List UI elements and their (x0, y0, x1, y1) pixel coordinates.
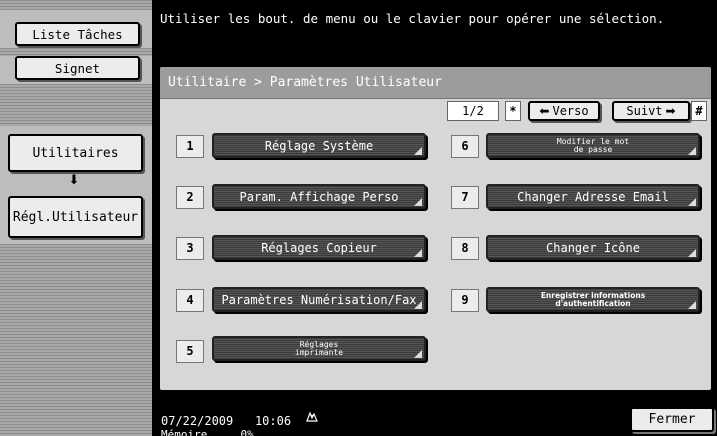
sidebar-stripe (0, 0, 152, 10)
left-arrow-icon: ⬅ (539, 104, 550, 118)
breadcrumb: Utilitaire > Paramètres Utilisateur (168, 75, 442, 90)
sidebar-stripe (0, 48, 152, 56)
prev-key-hint: * (505, 101, 521, 121)
menu-number-6: 6 (451, 135, 479, 158)
panel-header: Utilitaire > Paramètres Utilisateur (160, 67, 711, 99)
custom-display-settings-button[interactable]: Param. Affichage Perso (212, 184, 426, 209)
utilities-button[interactable]: Utilitaires (8, 134, 143, 172)
menu-number-3: 3 (176, 237, 204, 260)
system-settings-button[interactable]: Réglage Système (212, 133, 426, 158)
next-page-label: Suivt (626, 104, 663, 118)
prev-page-button[interactable]: ⬅ Verso (528, 101, 600, 121)
menu-number-1: 1 (176, 135, 204, 158)
menu-number-8: 8 (451, 237, 479, 260)
menu-number-5: 5 (176, 340, 204, 363)
menu-number-9: 9 (451, 289, 479, 312)
prev-page-label: Verso (552, 104, 589, 118)
scan-fax-settings-button[interactable]: Paramètres Numérisation/Fax (212, 287, 426, 312)
copier-settings-button[interactable]: Réglages Copieur (212, 235, 426, 260)
instruction-message: Utiliser les bout. de menu ou le clavier… (160, 11, 665, 26)
printer-settings-button[interactable]: Réglages imprimante (212, 336, 426, 361)
network-icon (305, 411, 319, 423)
menu-number-4: 4 (176, 289, 204, 312)
change-email-button[interactable]: Changer Adresse Email (486, 184, 700, 209)
next-page-button[interactable]: Suivt ➡ (612, 101, 690, 121)
right-arrow-icon: ➡ (665, 104, 676, 118)
next-key-hint: # (691, 101, 707, 121)
sidebar-stripe (0, 244, 152, 436)
down-arrow-icon: ⬇ (68, 173, 80, 188)
bookmark-button[interactable]: Signet (15, 56, 140, 80)
page-indicator: 1/2 (447, 101, 499, 121)
change-password-button[interactable]: Modifier le mot de passe (486, 133, 700, 158)
close-button[interactable]: Fermer (630, 407, 714, 432)
change-icon-button[interactable]: Changer Icône (486, 235, 700, 260)
user-settings-button[interactable]: Régl.Utilisateur (8, 196, 143, 238)
date-time: 07/22/2009 10:06 (161, 414, 292, 428)
menu-number-7: 7 (451, 186, 479, 209)
memory-status: Mémoire 0% (161, 428, 254, 436)
register-authentication-button[interactable]: Enregistrer informations d'authentificati… (486, 287, 700, 312)
task-list-button[interactable]: Liste Tâches (15, 22, 140, 46)
sidebar-stripe (0, 84, 152, 126)
menu-number-2: 2 (176, 186, 204, 209)
